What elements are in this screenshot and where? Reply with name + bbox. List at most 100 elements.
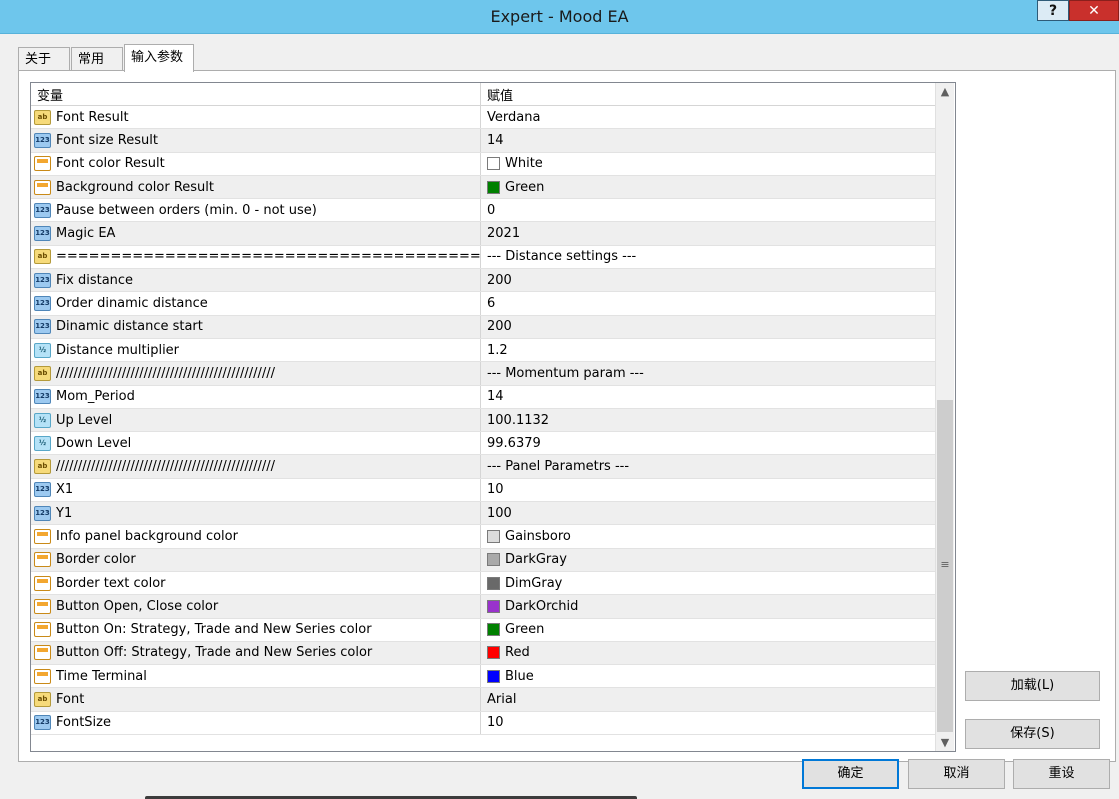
- parameter-name-cell[interactable]: 123 Fix distance: [31, 269, 481, 292]
- parameters-grid: 变量 赋值 ab Font Result Verdana 123 Font size R…: [31, 83, 936, 736]
- parameter-name-cell[interactable]: Background color Result: [31, 175, 481, 199]
- parameter-name-cell[interactable]: 123 Y1: [31, 502, 481, 525]
- table-row[interactable]: Font color Result White: [31, 152, 936, 176]
- parameter-value-cell[interactable]: DimGray: [482, 572, 935, 594]
- tab-common[interactable]: 常用: [71, 47, 123, 71]
- cancel-button[interactable]: 取消: [908, 759, 1005, 789]
- table-row[interactable]: Button On: Strategy, Trade and New Serie…: [31, 618, 936, 642]
- close-button[interactable]: ✕: [1069, 0, 1119, 21]
- tab-inputs[interactable]: 输入参数: [124, 44, 194, 72]
- parameter-value-cell[interactable]: --- Momentum param ---: [482, 362, 935, 384]
- parameter-value-cell[interactable]: 14: [482, 129, 935, 151]
- parameter-value-cell[interactable]: Green: [482, 619, 935, 641]
- parameter-value-cell[interactable]: 10: [482, 479, 935, 501]
- parameter-name-cell[interactable]: Button On: Strategy, Trade and New Serie…: [31, 618, 481, 641]
- column-header-value[interactable]: 赋值: [482, 83, 935, 105]
- table-row[interactable]: Background color Result Green: [31, 175, 936, 200]
- parameter-name-cell[interactable]: 123 Magic EA: [31, 222, 481, 245]
- parameter-value-cell[interactable]: 200: [482, 269, 935, 291]
- table-row[interactable]: 123 FontSize 10: [31, 711, 936, 736]
- table-row[interactable]: 123 Mom_Period 14: [31, 385, 936, 409]
- parameter-value-cell[interactable]: Gainsboro: [482, 525, 935, 547]
- ok-button[interactable]: 确定: [802, 759, 899, 789]
- parameter-value-cell[interactable]: 10: [482, 712, 935, 734]
- table-row[interactable]: ab //////////////////////////////////////…: [31, 455, 936, 479]
- table-row[interactable]: ½ Up Level 100.1132: [31, 408, 936, 433]
- parameter-name-cell[interactable]: Font color Result: [31, 152, 481, 175]
- parameter-value-cell[interactable]: Arial: [482, 688, 935, 710]
- table-row[interactable]: Time Terminal Blue: [31, 665, 936, 689]
- parameter-value-cell[interactable]: 1.2: [482, 339, 935, 361]
- parameter-name-cell[interactable]: ab //////////////////////////////////////…: [31, 455, 481, 478]
- parameter-name-cell[interactable]: Border text color: [31, 571, 481, 595]
- reset-button[interactable]: 重设: [1013, 759, 1110, 789]
- parameter-name-cell[interactable]: 123 Dinamic distance start: [31, 315, 481, 338]
- table-row[interactable]: Button Open, Close color DarkOrchid: [31, 595, 936, 619]
- parameter-value-cell[interactable]: Green: [482, 176, 935, 198]
- table-row[interactable]: ab ======================================…: [31, 245, 936, 270]
- tab-about[interactable]: 关于: [18, 47, 70, 71]
- table-row[interactable]: 123 Magic EA 2021: [31, 222, 936, 246]
- parameter-value-cell[interactable]: --- Panel Parametrs ---: [482, 455, 935, 477]
- table-row[interactable]: Border text color DimGray: [31, 571, 936, 596]
- parameter-name-cell[interactable]: 123 FontSize: [31, 711, 481, 735]
- parameter-name-cell[interactable]: ab Font: [31, 688, 481, 711]
- parameter-name-cell[interactable]: 123 X1: [31, 478, 481, 502]
- parameter-value-cell[interactable]: 2021: [482, 222, 935, 244]
- table-row[interactable]: 123 X1 10: [31, 478, 936, 503]
- parameter-value-cell[interactable]: DarkOrchid: [482, 595, 935, 617]
- table-row[interactable]: 123 Font size Result 14: [31, 129, 936, 153]
- parameter-name-cell[interactable]: ½ Up Level: [31, 408, 481, 432]
- parameter-value-cell[interactable]: 200: [482, 316, 935, 338]
- parameter-value-cell[interactable]: 100: [482, 502, 935, 524]
- parameter-value-cell[interactable]: 0: [482, 199, 935, 221]
- parameter-value-cell[interactable]: 6: [482, 292, 935, 314]
- table-row[interactable]: 123 Pause between orders (min. 0 - not us…: [31, 199, 936, 223]
- integer-type-icon: 123: [34, 715, 51, 731]
- parameter-name-cell[interactable]: ab ======================================…: [31, 245, 481, 269]
- parameter-name-cell[interactable]: 123 Order dinamic distance: [31, 292, 481, 315]
- parameter-value-cell[interactable]: White: [482, 153, 935, 175]
- parameter-name-cell[interactable]: ab //////////////////////////////////////…: [31, 362, 481, 385]
- parameter-value-cell[interactable]: Blue: [482, 665, 935, 687]
- table-row[interactable]: ab //////////////////////////////////////…: [31, 362, 936, 386]
- string-type-icon: ab: [34, 249, 51, 265]
- scroll-up-arrow-icon[interactable]: ▲: [936, 83, 954, 100]
- help-button[interactable]: ?: [1037, 0, 1069, 21]
- table-row[interactable]: Info panel background color Gainsboro: [31, 525, 936, 549]
- scroll-thumb[interactable]: ≡: [937, 400, 953, 732]
- parameter-value-cell[interactable]: Red: [482, 642, 935, 664]
- parameter-name-cell[interactable]: Info panel background color: [31, 525, 481, 548]
- column-header-variable[interactable]: 变量: [31, 83, 481, 105]
- parameter-value-cell[interactable]: DarkGray: [482, 549, 935, 571]
- parameter-value-cell[interactable]: 99.6379: [482, 432, 935, 454]
- save-button[interactable]: 保存(S): [965, 719, 1100, 749]
- table-row[interactable]: ½ Down Level 99.6379: [31, 432, 936, 456]
- parameter-name-cell[interactable]: 123 Mom_Period: [31, 385, 481, 408]
- table-row[interactable]: Border color DarkGray: [31, 548, 936, 572]
- parameter-value-cell[interactable]: Verdana: [482, 106, 935, 128]
- parameter-value-cell[interactable]: 100.1132: [482, 409, 935, 431]
- parameter-name-cell[interactable]: Border color: [31, 548, 481, 571]
- parameter-value-cell[interactable]: 14: [482, 386, 935, 408]
- parameter-name-cell[interactable]: ½ Down Level: [31, 432, 481, 455]
- table-row[interactable]: ab Font Result Verdana: [31, 106, 936, 130]
- table-row[interactable]: 123 Order dinamic distance 6: [31, 292, 936, 316]
- parameter-name-cell[interactable]: 123 Pause between orders (min. 0 - not us…: [31, 199, 481, 222]
- table-row[interactable]: ½ Distance multiplier 1.2: [31, 338, 936, 363]
- parameter-value-cell[interactable]: --- Distance settings ---: [482, 246, 935, 268]
- parameter-name-cell[interactable]: Button Open, Close color: [31, 595, 481, 618]
- load-button[interactable]: 加载(L): [965, 671, 1100, 701]
- parameter-name-cell[interactable]: ½ Distance multiplier: [31, 338, 481, 362]
- vertical-scrollbar[interactable]: ▲ ≡ ▼: [935, 83, 954, 751]
- scroll-down-arrow-icon[interactable]: ▼: [936, 734, 954, 751]
- table-row[interactable]: 123 Fix distance 200: [31, 269, 936, 293]
- parameter-name-cell[interactable]: ab Font Result: [31, 106, 481, 129]
- table-row[interactable]: 123 Y1 100: [31, 502, 936, 526]
- table-row[interactable]: 123 Dinamic distance start 200: [31, 315, 936, 339]
- table-row[interactable]: ab Font Arial: [31, 688, 936, 712]
- parameter-name-cell[interactable]: 123 Font size Result: [31, 129, 481, 152]
- table-row[interactable]: Button Off: Strategy, Trade and New Seri…: [31, 641, 936, 666]
- parameter-name-cell[interactable]: Time Terminal: [31, 665, 481, 688]
- parameter-name-cell[interactable]: Button Off: Strategy, Trade and New Seri…: [31, 641, 481, 665]
